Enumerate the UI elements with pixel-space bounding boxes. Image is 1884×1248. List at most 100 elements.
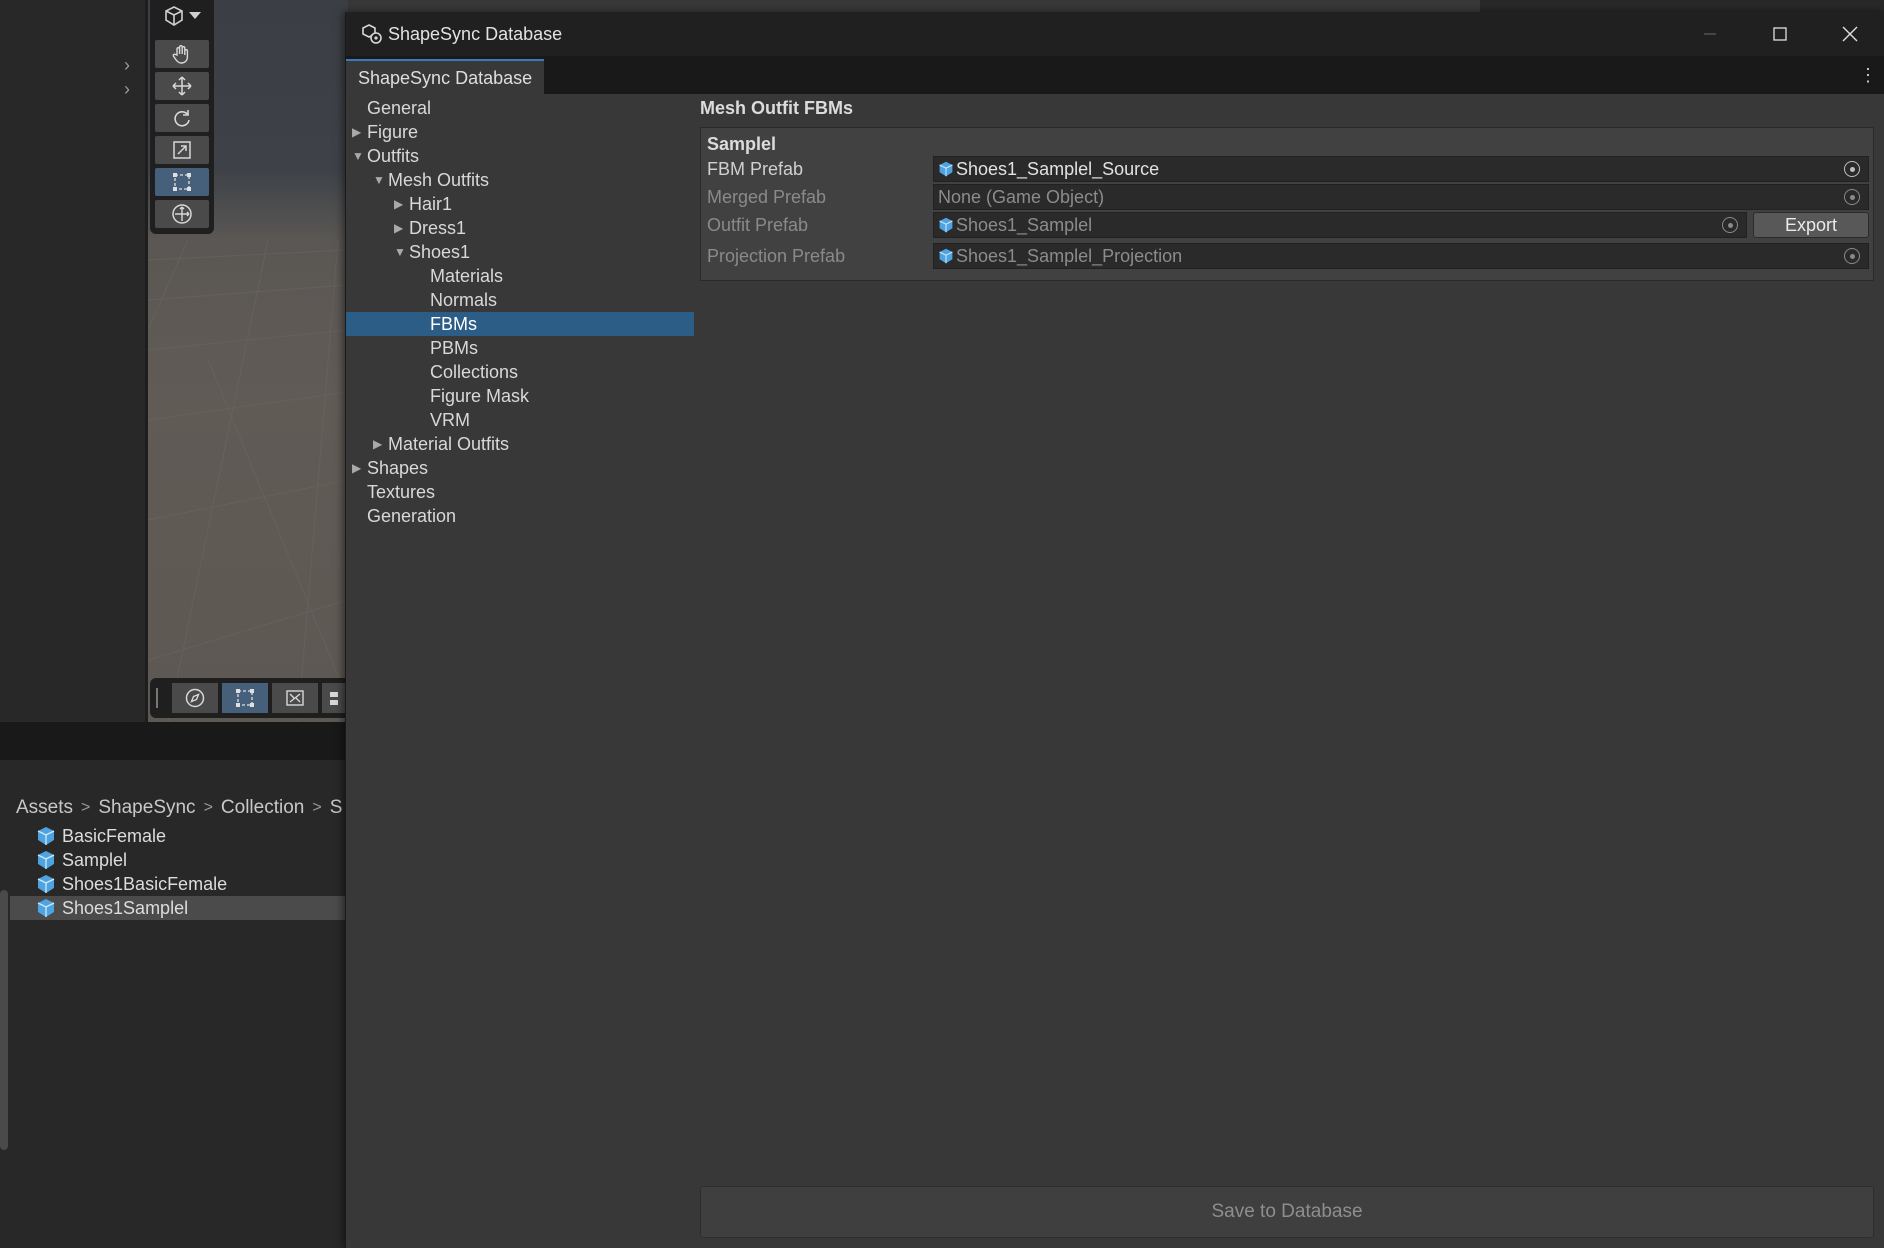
tree-item[interactable]: ▶ Figure (346, 120, 694, 144)
tree-item[interactable]: ▶ Dress1 (346, 216, 694, 240)
tree-item[interactable]: ▶ Material Outfits (346, 432, 694, 456)
object-picker-icon[interactable] (1844, 161, 1860, 177)
title-bar[interactable]: ShapeSync Database (346, 12, 1884, 56)
tree-item-label: Textures (367, 482, 436, 502)
maximize-button[interactable] (1745, 12, 1815, 56)
tree-item-label: PBMs (430, 338, 479, 358)
export-button[interactable]: Export (1753, 212, 1869, 238)
asset-item[interactable]: Shoes1BasicFemale (10, 872, 345, 896)
tree-item[interactable]: ▼ Shoes1 (346, 240, 694, 264)
collapsed-arrow-icon[interactable]: ▶ (394, 192, 406, 216)
prefab-icon (37, 851, 55, 869)
tree-item-label: Materials (430, 266, 504, 286)
projection-prefab-field: Shoes1_Samplel_Projection (933, 243, 1869, 269)
transform-tool-button[interactable] (155, 200, 209, 228)
tree-item-label: Shapes (367, 458, 429, 478)
caret-down-icon (189, 12, 201, 19)
tree-item[interactable]: Textures (346, 480, 694, 504)
tree-item-label: Outfits (367, 146, 420, 166)
project-scrollbar[interactable] (0, 890, 8, 1150)
prefab-icon (37, 875, 55, 893)
view-options-dropdown[interactable] (160, 4, 204, 28)
kebab-menu-icon[interactable]: ⋮ (1859, 64, 1877, 86)
snap-overlay-button[interactable] (272, 683, 318, 713)
chevron-right-icon[interactable]: › (124, 56, 138, 74)
breadcrumb-item[interactable]: S (330, 797, 343, 819)
hand-icon (172, 45, 189, 64)
hand-tool-button[interactable] (155, 40, 209, 68)
collapsed-arrow-icon[interactable]: ▶ (352, 120, 364, 144)
overflow-icon (330, 692, 338, 705)
tree-item[interactable]: ▶ Hair1 (346, 192, 694, 216)
close-button[interactable] (1815, 12, 1884, 56)
merged-prefab-value: None (Game Object) (938, 186, 1105, 207)
expanded-arrow-icon[interactable]: ▼ (394, 240, 406, 264)
section-title: Mesh Outfit FBMs (700, 98, 853, 118)
entry-name: Samplel (707, 134, 777, 154)
drag-handle[interactable] (156, 688, 161, 708)
fbm-entry-panel: Samplel FBM Prefab Shoes1_Samplel_Source… (700, 127, 1874, 281)
collapsed-arrow-icon[interactable]: ▶ (352, 456, 364, 480)
asset-name: BasicFemale (62, 825, 167, 846)
tree-item[interactable]: ▼ Outfits (346, 144, 694, 168)
asset-item[interactable]: BasicFemale (10, 824, 345, 848)
chevron-right-icon: > (203, 799, 213, 816)
tree-item-label: Hair1 (409, 194, 453, 214)
expanded-arrow-icon[interactable]: ▼ (373, 168, 385, 192)
fbm-prefab-field[interactable]: Shoes1_Samplel_Source (933, 156, 1869, 182)
hierarchy-panel: › › (0, 0, 145, 722)
transform-icon (172, 204, 192, 224)
tree-item[interactable]: Materials (346, 264, 694, 288)
minimize-button[interactable] (1675, 12, 1745, 56)
tree-item-label: Material Outfits (388, 434, 510, 454)
tree-item[interactable]: Collections (346, 360, 694, 384)
tree-item[interactable]: General (346, 96, 694, 120)
rotate-tool-button[interactable] (155, 104, 209, 132)
expanded-arrow-icon[interactable]: ▼ (352, 144, 364, 168)
tree-item[interactable]: PBMs (346, 336, 694, 360)
tab-strip: ShapeSync Database ⋮ (346, 56, 1884, 94)
object-picker-icon (1844, 189, 1860, 205)
tree-item[interactable]: VRM (346, 408, 694, 432)
collapsed-arrow-icon[interactable]: ▶ (373, 432, 385, 456)
more-overlay-button[interactable] (322, 683, 346, 713)
object-picker-icon (1844, 248, 1860, 264)
rect-tool-button[interactable] (155, 168, 209, 196)
breadcrumb: Assets > ShapeSync > Collection > S (16, 794, 342, 822)
tree-item[interactable]: ▼ Mesh Outfits (346, 168, 694, 192)
prefab-icon (939, 217, 953, 233)
breadcrumb-item[interactable]: Assets (16, 797, 73, 819)
tree-item-label: VRM (430, 410, 470, 430)
projection-prefab-label: Projection Prefab (707, 246, 846, 266)
breadcrumb-item[interactable]: Collection (221, 797, 304, 819)
collapsed-arrow-icon[interactable]: ▶ (394, 216, 406, 240)
window-title: ShapeSync Database (388, 24, 563, 44)
minimize-icon (1704, 33, 1716, 35)
asset-item[interactable]: Samplel (10, 848, 345, 872)
prefab-icon (37, 899, 55, 917)
prefab-icon (939, 248, 953, 264)
move-tool-button[interactable] (155, 72, 209, 100)
breadcrumb-item[interactable]: ShapeSync (98, 797, 195, 819)
chevron-right-icon: > (81, 799, 91, 816)
tree-item-label: General (367, 98, 432, 118)
asset-item[interactable]: Shoes1Samplel (10, 896, 345, 920)
tree-item[interactable]: Normals (346, 288, 694, 312)
chevron-right-icon[interactable]: › (124, 80, 138, 98)
prefab-icon (37, 827, 55, 845)
rect-overlay-button[interactable] (222, 683, 268, 713)
scale-tool-button[interactable] (155, 136, 209, 164)
orientation-button[interactable] (172, 683, 218, 713)
chevron-right-icon: > (312, 799, 322, 816)
save-to-database-button: Save to Database (700, 1186, 1874, 1238)
tree-item-label: FBMs (430, 314, 477, 334)
tree-item[interactable]: FBMs (346, 312, 694, 336)
snap-icon (286, 690, 304, 706)
scene-tool-palette (150, 0, 214, 234)
move-icon (172, 76, 192, 96)
tree-item[interactable]: Figure Mask (346, 384, 694, 408)
tab-shapesync-database[interactable]: ShapeSync Database (346, 59, 545, 94)
tree-item[interactable]: ▶ Shapes (346, 456, 694, 480)
fbm-prefab-value: Shoes1_Samplel_Source (956, 158, 1160, 179)
tree-item[interactable]: Generation (346, 504, 694, 528)
